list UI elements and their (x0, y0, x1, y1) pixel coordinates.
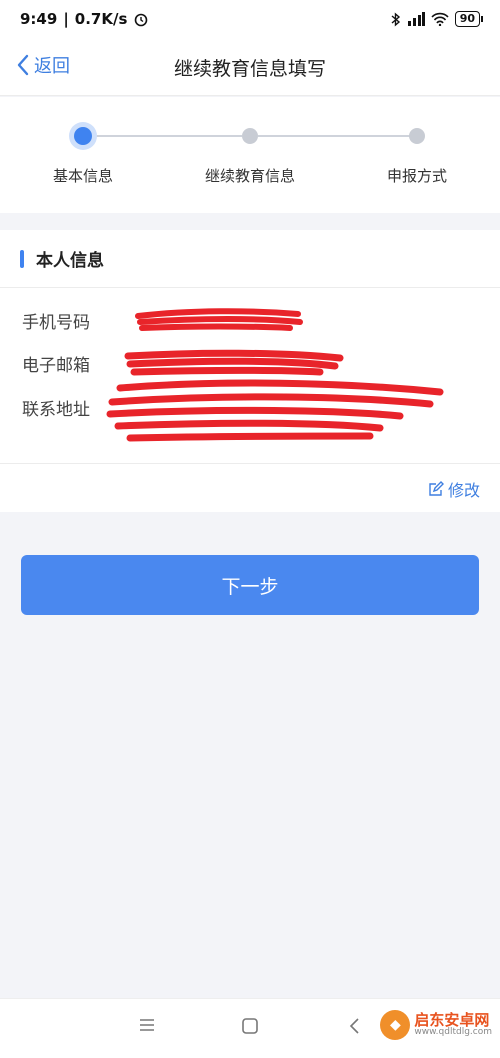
page-title: 继续教育信息填写 (173, 58, 326, 80)
step-label-declare: 申报方式 (386, 167, 448, 185)
menu-icon[interactable] (138, 1017, 156, 1033)
step-progress: 基本信息 继续教育信息 申报方式 (0, 97, 500, 213)
next-step-button[interactable]: 下一步 (21, 555, 479, 615)
step-dot-1 (74, 127, 92, 145)
wifi-icon (431, 12, 449, 26)
section-accent-bar (20, 249, 24, 268)
email-label: 电子邮箱 (22, 356, 90, 376)
edit-label: 修改 (447, 481, 480, 500)
phone-redaction (135, 308, 303, 331)
status-time: 9:49 (20, 10, 58, 28)
address-label: 联系地址 (22, 400, 90, 420)
card-footer: 修改 (0, 463, 500, 513)
edit-button[interactable]: 修改 (428, 477, 480, 501)
step-dot-3 (409, 128, 425, 144)
bluetooth-icon (391, 11, 400, 27)
step-dot-2 (242, 128, 258, 144)
battery-indicator: 90 (454, 11, 484, 27)
status-bar: 9:49 | 0.7K/s 90 (0, 0, 500, 38)
network-speed: 0.7K/s (74, 10, 128, 28)
step-label-education: 继续教育信息 (204, 167, 296, 185)
section-title: 本人信息 (36, 251, 104, 271)
watermark-logo-icon: ◆ (380, 1010, 411, 1040)
navigation-bar: 返回 继续教育信息填写 (0, 38, 500, 96)
email-redaction (124, 349, 344, 376)
address-redaction (106, 379, 444, 442)
phone-label: 手机号码 (22, 313, 90, 333)
signal-icon (407, 12, 425, 26)
step-label-basic: 基本信息 (52, 167, 114, 185)
watermark-name: 启东安卓网 (414, 1010, 490, 1029)
edit-icon (429, 481, 444, 496)
section-header: 本人信息 (0, 230, 500, 288)
personal-info-card: 本人信息 手机号码 电子邮箱 联系地址 修改 (0, 230, 500, 512)
alarm-icon (135, 13, 148, 27)
back-nav-icon[interactable] (348, 1017, 360, 1035)
watermark-url: www.qdltdlg.com (414, 1027, 492, 1038)
home-icon[interactable] (241, 1017, 259, 1035)
site-watermark: ◆ 启东安卓网 www.qdltdlg.com (380, 1010, 492, 1040)
